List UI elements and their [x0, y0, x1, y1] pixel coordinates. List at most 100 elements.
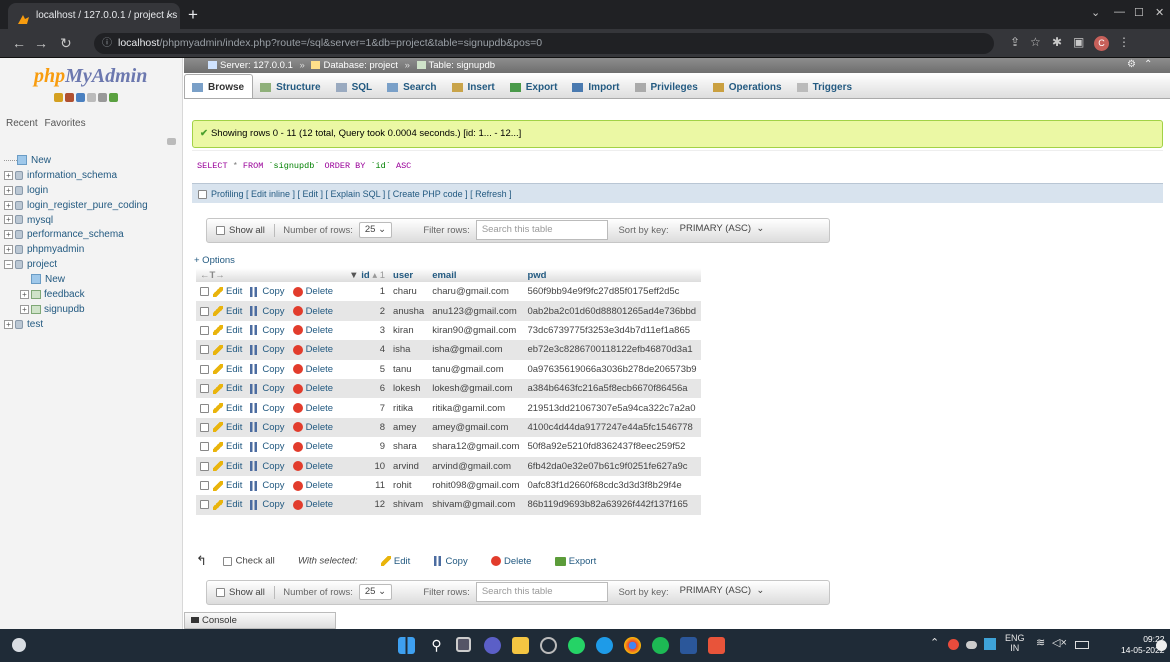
tree-item-project[interactable]: − project	[4, 258, 180, 273]
cell-pwd[interactable]: 50f8a92e5210fd8362437f8eec259f52	[523, 437, 701, 457]
cell-user[interactable]: shivam	[389, 495, 429, 515]
row-edit-button[interactable]: Edit	[213, 480, 242, 491]
browser-tab[interactable]: localhost / 127.0.0.1 / project / s ×	[8, 3, 180, 29]
cell-id[interactable]: 11	[337, 475, 390, 496]
row-checkbox[interactable]	[200, 384, 209, 394]
cell-user[interactable]: lokesh	[389, 378, 429, 399]
cell-pwd[interactable]: 0ab2ba2c01d60d88801265ad4e736bbd	[523, 301, 701, 321]
cell-user[interactable]: ritika	[389, 398, 429, 418]
row-delete-button[interactable]: Delete	[292, 441, 333, 452]
filter-input[interactable]: Search this table	[475, 582, 608, 603]
docs-icon[interactable]	[87, 93, 96, 102]
sort-select[interactable]: PRIMARY (ASC) ⌄	[675, 222, 770, 238]
settings-gear-icon[interactable]: ⚙	[1127, 59, 1136, 70]
tab-triggers[interactable]: Triggers	[790, 75, 860, 100]
row-edit-button[interactable]: Edit	[213, 403, 242, 414]
cell-pwd[interactable]: 0a97635619066a3036b278de206573b9	[523, 359, 701, 379]
breadcrumb-server[interactable]: Server: 127.0.0.1	[220, 60, 293, 71]
row-edit-button[interactable]: Edit	[213, 441, 242, 452]
favorites-tab[interactable]: Favorites	[44, 118, 85, 129]
cell-user[interactable]: anusha	[389, 301, 429, 321]
settings-icon[interactable]	[98, 93, 107, 102]
bulk-edit-button[interactable]: Edit	[380, 556, 410, 567]
row-delete-button[interactable]: Delete	[292, 286, 333, 297]
volume-icon[interactable]: ◁×	[1052, 636, 1067, 649]
row-delete-button[interactable]: Delete	[292, 403, 333, 414]
tab-search-icon[interactable]: ⌄	[1091, 6, 1100, 19]
row-edit-button[interactable]: Edit	[213, 286, 242, 297]
tree-item-New[interactable]: +New	[4, 273, 180, 288]
column-header-id[interactable]: ▼ id ▴ 1	[337, 268, 390, 282]
row-checkbox[interactable]	[200, 306, 209, 316]
row-delete-button[interactable]: Delete	[292, 325, 333, 336]
expand-icon[interactable]: +	[4, 245, 13, 255]
row-copy-button[interactable]: Copy	[250, 306, 285, 317]
chat-icon[interactable]	[484, 637, 501, 654]
bulk-delete-button[interactable]: Delete	[491, 556, 531, 567]
close-tab-icon[interactable]: ×	[167, 3, 173, 29]
cell-id[interactable]: 12	[337, 495, 390, 515]
minimize-icon[interactable]: —	[1114, 6, 1125, 18]
tray-app2-icon[interactable]	[984, 638, 996, 650]
row-delete-button[interactable]: Delete	[292, 422, 333, 433]
table-row[interactable]: Edit Copy Delete 2 anusha anu123@gmail.com 0ab…	[196, 301, 701, 321]
tree-item-New[interactable]: New	[4, 154, 180, 169]
cell-pwd[interactable]: 73dc6739775f3253e3d4b7d11ef1a865	[523, 320, 701, 341]
maximize-icon[interactable]: ☐	[1134, 6, 1144, 19]
row-copy-button[interactable]: Copy	[250, 325, 285, 336]
cell-id[interactable]: 7	[337, 398, 390, 418]
row-delete-button[interactable]: Delete	[292, 306, 333, 317]
wifi-icon[interactable]: ≋	[1036, 636, 1045, 649]
table-row[interactable]: Edit Copy Delete 4 isha isha@gmail.com eb72e3c…	[196, 340, 701, 360]
table-row[interactable]: Edit Copy Delete 10 arvind arvind@gmail.com 6f…	[196, 456, 701, 476]
reload-nav-icon[interactable]	[109, 93, 118, 102]
cell-id[interactable]: 2	[337, 301, 390, 321]
cell-user[interactable]: charu	[389, 282, 429, 302]
onedrive-icon[interactable]	[966, 641, 977, 649]
new-tab-button[interactable]: +	[188, 3, 198, 27]
expand-icon[interactable]: +	[4, 230, 13, 240]
tab-export[interactable]: Export	[503, 75, 566, 100]
table-row[interactable]: Edit Copy Delete 8 amey amey@gmail.com 4100c4d…	[196, 417, 701, 438]
expand-icon[interactable]: +	[4, 319, 13, 329]
cell-pwd[interactable]: 560f9bb94e9f9fc27d85f0175eff2d5c	[523, 282, 701, 302]
row-checkbox[interactable]	[200, 442, 209, 452]
check-all-checkbox[interactable]	[222, 556, 232, 566]
cell-email[interactable]: rohit098@gmail.com	[428, 475, 524, 496]
row-copy-button[interactable]: Copy	[250, 441, 285, 452]
logout-icon[interactable]	[65, 93, 74, 102]
row-checkbox[interactable]	[200, 325, 209, 335]
row-checkbox[interactable]	[200, 500, 209, 510]
row-copy-button[interactable]: Copy	[250, 422, 285, 433]
file-explorer-icon[interactable]	[512, 637, 529, 654]
profiling-links[interactable]: Profiling [ Edit inline ] [ Edit ] [ Exp…	[211, 189, 512, 199]
row-edit-button[interactable]: Edit	[213, 422, 242, 433]
expand-icon[interactable]: +	[4, 215, 13, 225]
chrome-icon[interactable]	[624, 637, 641, 654]
row-delete-button[interactable]: Delete	[292, 480, 333, 491]
row-copy-button[interactable]: Copy	[250, 461, 285, 472]
row-checkbox[interactable]	[200, 364, 209, 374]
cell-pwd[interactable]: eb72e3c8286700118122efb46870d3a1	[523, 340, 701, 360]
cell-pwd[interactable]: 219513dd21067307e5a94ca322c7a2a0	[523, 398, 701, 418]
breadcrumb-database[interactable]: Database: project	[323, 60, 397, 71]
battery-icon[interactable]	[1075, 641, 1089, 649]
row-delete-button[interactable]: Delete	[292, 344, 333, 355]
row-delete-button[interactable]: Delete	[292, 499, 333, 510]
options-toggle[interactable]: + Options	[194, 255, 235, 266]
cell-email[interactable]: shara12@gmail.com	[428, 437, 524, 457]
table-row[interactable]: Edit Copy Delete 3 kiran kiran90@gmail.com 73d…	[196, 320, 701, 341]
edge-icon[interactable]	[596, 637, 613, 654]
forward-icon[interactable]: →	[34, 34, 48, 52]
cell-email[interactable]: lokesh@gmail.com	[428, 378, 524, 399]
show-all-checkbox[interactable]	[216, 225, 225, 235]
bulk-copy-button[interactable]: Copy	[433, 556, 468, 567]
cell-pwd[interactable]: 4100c4d44da9177247e44a5fc1546778	[523, 417, 701, 438]
cell-user[interactable]: rohit	[389, 475, 429, 496]
expand-icon[interactable]: +	[20, 289, 29, 299]
tab-insert[interactable]: Insert	[445, 75, 503, 100]
table-row[interactable]: Edit Copy Delete 1 charu charu@gmail.com 560f9…	[196, 282, 701, 302]
row-checkbox[interactable]	[200, 461, 209, 471]
windows-start-icon[interactable]	[398, 637, 415, 654]
column-header-email[interactable]: email	[428, 268, 524, 282]
